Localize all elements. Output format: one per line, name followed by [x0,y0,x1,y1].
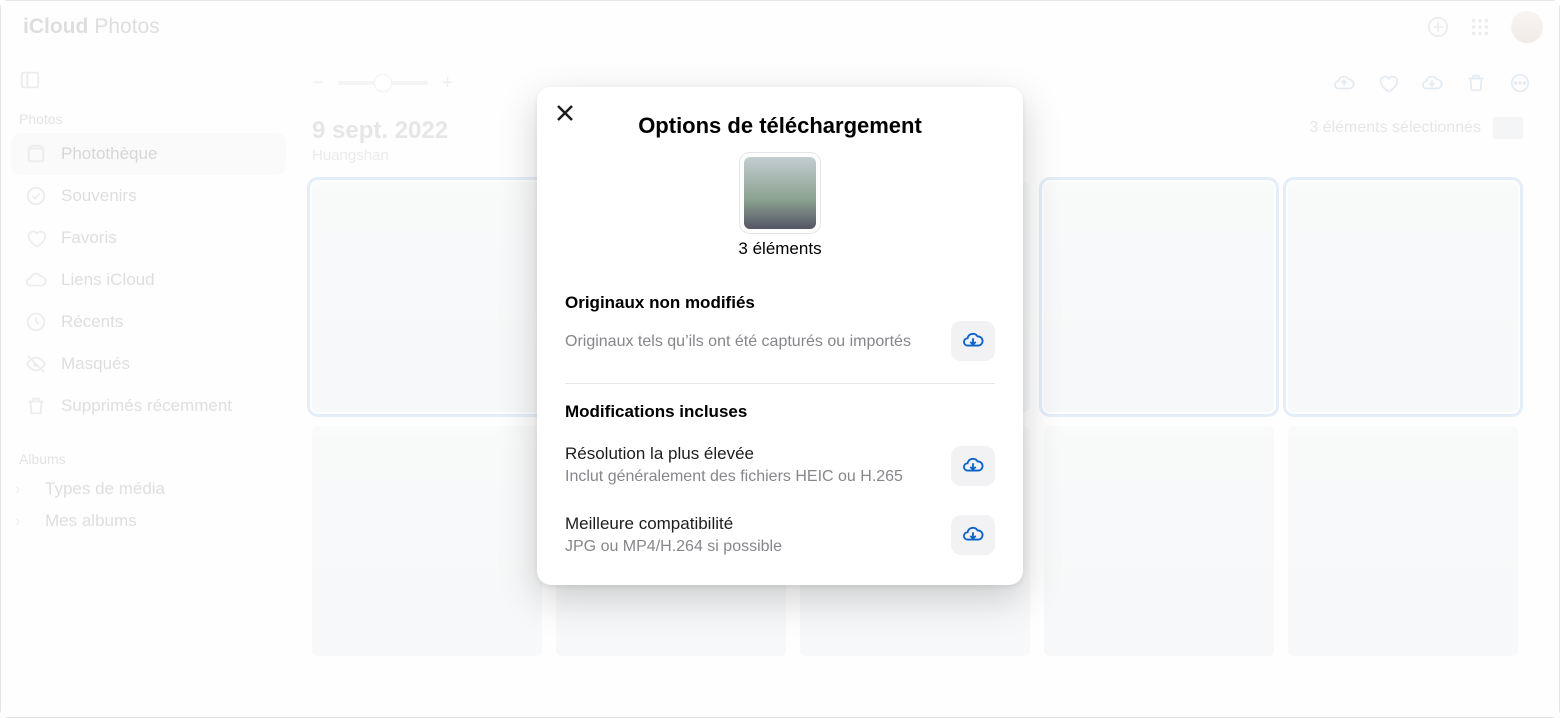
option-desc: JPG ou MP4/H.264 si possible [565,536,941,558]
download-options-dialog: Options de téléchargement 3 éléments Ori… [537,87,1023,585]
modal-overlay[interactable]: Options de téléchargement 3 éléments Ori… [1,1,1559,717]
selection-count: 3 éléments [738,239,821,259]
download-unmodified-button[interactable] [951,321,995,361]
close-button[interactable] [553,101,577,125]
download-compatible-button[interactable] [951,515,995,555]
option-unmodified-originals: Originaux tels qu’ils ont été capturés o… [565,321,995,361]
divider [565,383,995,384]
option-most-compatible: Meilleure compatibilité JPG ou MP4/H.264… [565,514,995,558]
option-highest-resolution: Résolution la plus élevée Inclut général… [565,444,995,488]
dialog-title: Options de téléchargement [565,113,995,139]
download-highres-button[interactable] [951,446,995,486]
option-desc: Inclut généralement des fichiers HEIC ou… [565,466,941,488]
selection-preview-thumb [744,157,816,229]
option-title: Résolution la plus élevée [565,444,941,464]
section-edits-title: Modifications incluses [565,402,995,422]
option-title: Meilleure compatibilité [565,514,941,534]
section-unmodified-title: Originaux non modifiés [565,293,995,313]
option-desc: Originaux tels qu’ils ont été capturés o… [565,331,941,353]
